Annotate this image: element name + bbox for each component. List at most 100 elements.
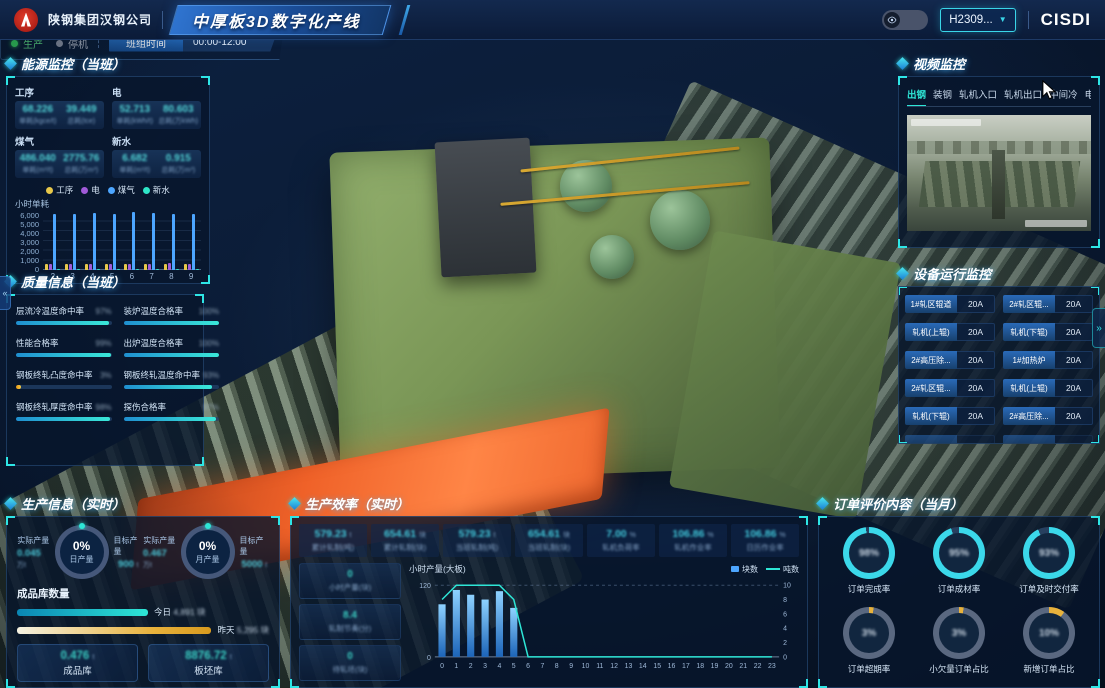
energy-value: 0.915 — [157, 153, 201, 164]
energy-group-name: 新水 — [112, 134, 201, 148]
donut-ring: 3% — [843, 607, 895, 659]
gauge-percent: 0% — [199, 539, 216, 553]
quality-value: 93% — [203, 371, 219, 380]
video-feed[interactable] — [907, 115, 1091, 231]
header-divider — [1028, 11, 1029, 29]
svg-text:1: 1 — [454, 663, 458, 670]
quality-item: 性能合格率99% — [16, 337, 112, 357]
video-tab-mill-entry[interactable]: 轧机入口 — [959, 87, 997, 101]
svg-text:13: 13 — [625, 663, 633, 670]
energy-value: 2775.76 — [60, 153, 104, 164]
svg-text:11: 11 — [596, 663, 603, 670]
device-value: 20A — [1055, 407, 1093, 425]
legend-line-icon — [766, 568, 780, 570]
side-stat: 0小时产量(块) — [299, 563, 401, 599]
actual-value: 0.045 万t — [17, 548, 50, 570]
device-row[interactable]: 1#加热炉20A — [1003, 351, 1093, 369]
collapse-handle-right[interactable]: » — [1092, 308, 1105, 348]
device-row[interactable]: 轧机(下辊)20A — [905, 407, 995, 425]
quality-value: 100% — [199, 339, 219, 348]
device-value: 20A — [1055, 323, 1093, 341]
device-value: 20A — [957, 379, 995, 397]
quality-item: 钢板终轧厚度命中率98% — [16, 401, 112, 421]
svg-text:3: 3 — [483, 663, 487, 670]
svg-text:2: 2 — [783, 640, 787, 647]
energy-bar-chart: 6,0005,0004,0003,0002,0001,0000 23456789 — [15, 212, 201, 281]
device-name: 轧机(上辊) — [1003, 379, 1055, 397]
energy-panel-title: 能源监控（当班） — [6, 54, 210, 73]
energy-value-label: 单耗(m³/t) — [113, 165, 157, 175]
quality-item: 钢板终轧凸度命中率3% — [16, 369, 112, 389]
legend-label: 电 — [91, 184, 100, 196]
legend-label: 煤气 — [118, 184, 135, 196]
stat-value: 579.23 t — [300, 528, 366, 540]
card-label: 成品库 — [63, 663, 92, 677]
stat-cell: 7.00 %轧机负荷率 — [587, 524, 655, 557]
donut-value: 98% — [859, 548, 879, 559]
actual-label: 实际产量 — [143, 535, 175, 546]
header-divider — [162, 11, 163, 29]
video-tab-electric-heating[interactable]: 电加热 — [1085, 87, 1091, 101]
svg-text:6: 6 — [783, 611, 787, 618]
device-row[interactable]: 轧机(上辊)20A — [1003, 379, 1093, 397]
stock-bar-today: 今日 4,891 块 — [17, 606, 269, 618]
quality-label: 出炉温度合格率 — [124, 337, 184, 349]
device-row[interactable]: 轧机(上辊)20A — [905, 323, 995, 341]
progress-track — [124, 353, 220, 357]
device-name: 轧机(下辊) — [905, 407, 957, 425]
diamond-icon — [4, 497, 17, 510]
progress-fill — [124, 417, 217, 421]
energy-value-label: 单耗(kgce/t) — [16, 116, 60, 126]
header-right: H2309... ▼ CISDI — [882, 8, 1091, 32]
device-row[interactable]: 2#轧区辊...20A — [1003, 295, 1093, 313]
energy-value-label: 单耗(m³/t) — [16, 165, 60, 175]
visibility-toggle[interactable] — [882, 10, 928, 30]
energy-value-label: 总耗(万m³) — [60, 165, 104, 175]
stat-value: 7.00 % — [588, 528, 654, 540]
hourly-output-chart: 小时产量(大板) 块数 吨数 012345678910111213141516 — [409, 563, 799, 681]
app-title-plate: 中厚板3D数字化产线 — [169, 5, 392, 35]
stat-cell: 654.61 块累计轧制(块) — [371, 524, 439, 557]
device-row[interactable]: 2#高压除...20A — [905, 351, 995, 369]
progress-fill — [16, 385, 21, 389]
svg-text:7: 7 — [540, 663, 544, 670]
svg-text:21: 21 — [739, 663, 747, 670]
donut-ring: 93% — [1023, 527, 1075, 579]
donut-label: 订单超期率 — [848, 663, 891, 675]
slab-stock-card: 8876.72 t 板坯库 — [148, 644, 269, 682]
video-feed-column — [992, 150, 1005, 220]
spec-dropdown[interactable]: H2309... ▼ — [940, 8, 1015, 32]
device-row[interactable]: 2#高压除...20A — [1003, 407, 1093, 425]
legend-label: 块数 — [742, 564, 758, 575]
device-row[interactable]: 1#轧区辊道20A — [905, 295, 995, 313]
hourly-chart-svg: 0123456789101112131415161718192021222312… — [409, 575, 799, 673]
energy-value: 52.713 — [113, 104, 157, 115]
svg-text:10: 10 — [783, 583, 791, 590]
device-row[interactable]: 轧机(下辊)20A — [1003, 323, 1093, 341]
energy-value: 80.603 — [157, 104, 201, 115]
energy-group-name: 工序 — [15, 85, 104, 99]
energy-metric-box: 486.040单耗(m³/t) 2775.76总耗(万m³) — [15, 150, 104, 178]
video-tab-charging[interactable]: 装钢 — [933, 87, 952, 101]
card-value: 0.476 t — [61, 650, 95, 662]
efficiency-stats: 579.23 t累计轧制(吨) 654.61 块累计轧制(块) 579.23 t… — [299, 524, 799, 557]
stock-bar-fill — [17, 609, 148, 616]
video-tab-mill-exit[interactable]: 轧机出口 — [1004, 87, 1042, 101]
svg-text:22: 22 — [754, 663, 762, 670]
quality-value: 3% — [100, 371, 112, 380]
device-value: 20A — [1055, 351, 1093, 369]
svg-text:8: 8 — [783, 597, 787, 604]
devices-panel-title: 设备运行监控 — [898, 264, 1100, 283]
stat-label: 累计轧制(吨) — [300, 542, 366, 553]
donut-value: 10% — [1039, 628, 1059, 639]
side-stat-value: 0 — [347, 569, 353, 580]
stock-title: 成品库数量 — [17, 586, 269, 601]
svg-text:0: 0 — [440, 663, 444, 670]
video-tab-tapping[interactable]: 出钢 — [907, 87, 926, 101]
quality-panel: 质量信息（当班） 层流冷温度命中率97% 装炉温度合格率100% 性能合格率99… — [6, 272, 204, 466]
scene-tower — [435, 138, 537, 278]
device-row[interactable]: 2#轧区辊...20A — [905, 379, 995, 397]
progress-track — [16, 417, 112, 421]
collapse-handle-left[interactable]: « — [0, 276, 11, 310]
diamond-icon — [896, 57, 909, 70]
